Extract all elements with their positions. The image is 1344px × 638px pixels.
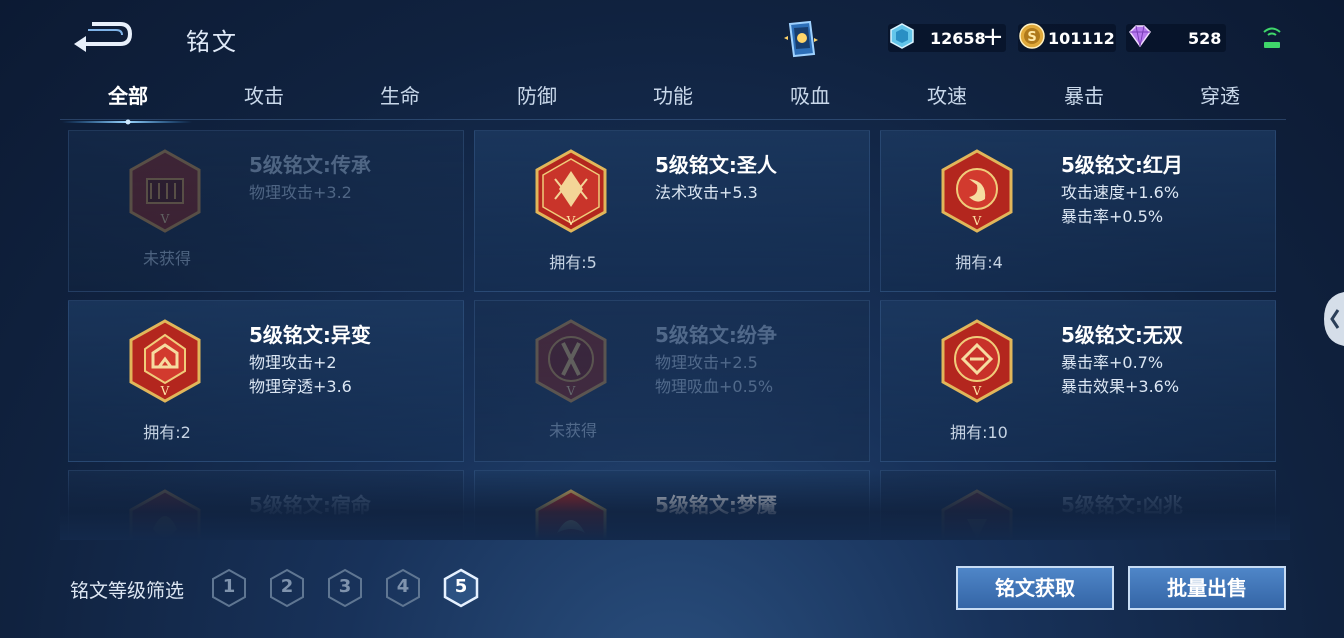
inscription-name: 5级铭文:纷争 — [655, 323, 777, 347]
inscription-card[interactable]: 5级铭文:宿命 — [68, 470, 464, 540]
tab-attack[interactable]: 攻击 — [224, 80, 304, 109]
inscription-name: 5级铭文:传承 — [249, 153, 371, 177]
back-arrow-icon — [74, 22, 133, 52]
inscription-attribute: 暴击率+0.5% — [1061, 207, 1164, 226]
svg-text:V: V — [566, 214, 576, 228]
svg-text:V: V — [160, 212, 170, 226]
inscription-card[interactable]: V 5级铭文:圣人 法术攻击+5.3 拥有:5 — [474, 130, 870, 292]
tab-critical[interactable]: 暴击 — [1044, 80, 1124, 109]
diamond-icon — [888, 22, 916, 50]
inscription-card[interactable]: V 5级铭文:无双 暴击率+0.7% 暴击效果+3.6% 拥有:10 — [880, 300, 1276, 462]
svg-text:V: V — [160, 384, 170, 398]
inscription-emblem-icon — [533, 489, 609, 539]
tab-lifesteal[interactable]: 吸血 — [770, 80, 850, 109]
inscription-emblem-icon — [939, 489, 1015, 539]
inscription-attribute: 暴击率+0.7% — [1061, 353, 1164, 372]
bulk-sell-button[interactable]: 批量出售 — [1128, 566, 1286, 610]
inscription-owned: 拥有:5 — [549, 253, 597, 272]
level-number: 2 — [280, 576, 294, 597]
inscription-attribute: 物理攻击+2.5 — [655, 353, 758, 372]
inscription-emblem-icon: V — [533, 149, 609, 233]
gold-value: 101112 — [1048, 28, 1115, 48]
inscription-name: 5级铭文:红月 — [1061, 153, 1183, 177]
level-filter-1[interactable]: 1 — [210, 568, 248, 608]
level-filter-4[interactable]: 4 — [384, 568, 422, 608]
tab-all[interactable]: 全部 — [88, 80, 168, 109]
level-filter-2[interactable]: 2 — [268, 568, 306, 608]
inscription-attribute: 法术攻击+5.3 — [655, 183, 758, 202]
svg-text:V: V — [972, 384, 982, 398]
diamond-value: 12658 — [930, 28, 986, 48]
level-filter-3[interactable]: 3 — [326, 568, 364, 608]
inscription-card-icon[interactable] — [780, 18, 822, 60]
inscription-attribute: 物理攻击+3.2 — [249, 183, 352, 202]
tab-defense[interactable]: 防御 — [497, 80, 577, 109]
side-drawer-handle[interactable] — [1324, 292, 1344, 346]
inscription-attribute: 物理穿透+3.6 — [249, 377, 352, 396]
gold-coin-icon: S — [1018, 22, 1046, 50]
inscription-name: 5级铭文:梦魇 — [655, 493, 777, 517]
get-inscription-button[interactable]: 铭文获取 — [956, 566, 1114, 610]
inscription-emblem-icon: V — [127, 149, 203, 233]
tab-utility[interactable]: 功能 — [633, 80, 713, 109]
inscription-name: 5级铭文:圣人 — [655, 153, 777, 177]
inscription-emblem-icon: V — [127, 319, 203, 403]
svg-text:V: V — [566, 384, 576, 398]
back-button[interactable] — [70, 18, 134, 54]
inscription-card[interactable]: 5级铭文:梦魇 — [474, 470, 870, 540]
inscription-name: 5级铭文:宿命 — [249, 493, 371, 517]
inscription-owned: 拥有:10 — [950, 423, 1008, 442]
inscription-emblem-icon: V — [533, 319, 609, 403]
level-number: 1 — [222, 576, 236, 597]
signal-icon — [1260, 22, 1284, 52]
inscription-card[interactable]: 5级铭文:凶兆 — [880, 470, 1276, 540]
inscription-emblem-icon: V — [939, 149, 1015, 233]
inscription-name: 5级铭文:无双 — [1061, 323, 1183, 347]
purple-gem-icon — [1126, 22, 1154, 50]
inscription-owned: 未获得 — [548, 421, 597, 440]
inscription-owned: 拥有:2 — [143, 423, 191, 442]
add-currency-button[interactable]: + — [982, 24, 1004, 50]
tab-health[interactable]: 生命 — [360, 80, 440, 109]
inscription-name: 5级铭文:异变 — [249, 323, 371, 347]
svg-text:V: V — [972, 214, 982, 228]
inscription-card[interactable]: V 5级铭文:红月 攻击速度+1.6% 暴击率+0.5% 拥有:4 — [880, 130, 1276, 292]
top-bar: 铭文 12658 + S 101112 528 — [0, 0, 1344, 72]
inscription-emblem-icon: V — [939, 319, 1015, 403]
inscription-card[interactable]: V 5级铭文:异变 物理攻击+2 物理穿透+3.6 拥有:2 — [68, 300, 464, 462]
inscription-attribute: 暴击效果+3.6% — [1061, 377, 1180, 396]
inscription-attribute: 物理攻击+2 — [249, 353, 337, 372]
inscription-emblem-icon — [127, 489, 203, 539]
level-filter-label: 铭文等级筛选 — [70, 580, 185, 602]
gem-value: 528 — [1188, 28, 1222, 48]
inscription-card[interactable]: V 5级铭文:纷争 物理攻击+2.5 物理吸血+0.5% 未获得 — [474, 300, 870, 462]
tab-attack-speed[interactable]: 攻速 — [907, 80, 987, 109]
level-number: 4 — [396, 576, 410, 597]
inscription-name: 5级铭文:凶兆 — [1061, 493, 1183, 517]
level-number: 3 — [338, 576, 352, 597]
svg-text:S: S — [1027, 30, 1036, 45]
level-filter-5[interactable]: 5 — [442, 568, 480, 608]
level-number: 5 — [454, 576, 468, 597]
inscription-card[interactable]: V 5级铭文:传承 物理攻击+3.2 未获得 — [68, 130, 464, 292]
page-title: 铭文 — [186, 28, 238, 56]
active-tab-indicator — [62, 112, 192, 125]
inscription-attribute: 物理吸血+0.5% — [655, 377, 774, 396]
tab-penetration[interactable]: 穿透 — [1180, 80, 1260, 109]
inscription-attribute: 攻击速度+1.6% — [1061, 183, 1180, 202]
inscription-owned: 拥有:4 — [955, 253, 1003, 272]
category-tabs: 全部 攻击 生命 防御 功能 吸血 攻速 暴击 穿透 — [60, 76, 1286, 120]
inscription-owned: 未获得 — [142, 249, 191, 268]
